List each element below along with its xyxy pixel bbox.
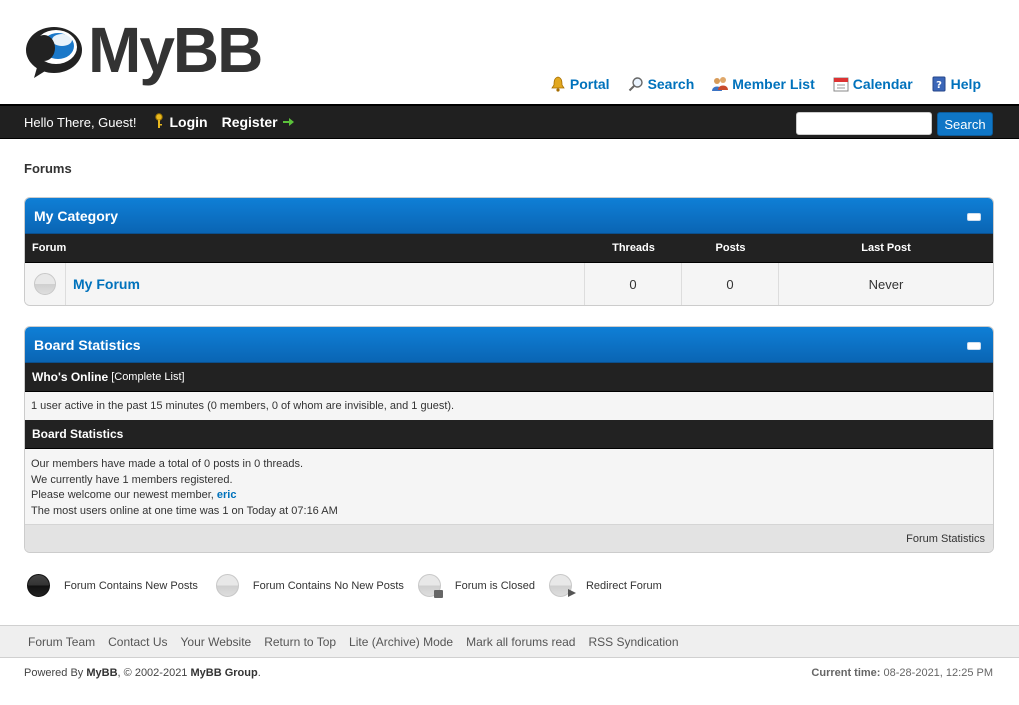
newest-member-link[interactable]: eric — [217, 489, 237, 501]
nav-member-list-label: Member List — [732, 76, 815, 92]
legend-no-new-posts-label: Forum Contains No New Posts — [252, 579, 404, 592]
legend-closed-label: Forum is Closed — [454, 579, 535, 592]
forum-threads-count: 0 — [585, 263, 682, 305]
closed-forum-icon — [417, 574, 443, 598]
logo-wordmark: MyBB — [88, 14, 263, 86]
nav-help-label: Help — [950, 76, 981, 92]
search-button[interactable]: Search — [937, 112, 993, 136]
current-time: Current time: 08-28-2021, 12:25 PM — [811, 667, 993, 679]
header: MyBB Portal Search Member List Calendar … — [0, 0, 1019, 104]
footer-link-rss[interactable]: RSS Syndication — [588, 635, 678, 649]
magnifier-icon — [628, 76, 644, 92]
footer-link-return-to-top[interactable]: Return to Top — [264, 635, 336, 649]
stats-members-line: We currently have 1 members registered. — [31, 473, 233, 486]
nav-portal[interactable]: Portal — [550, 76, 610, 92]
nav-calendar-label: Calendar — [852, 76, 913, 92]
svg-text:?: ? — [936, 80, 942, 91]
legend-new-posts: Forum Contains New Posts — [27, 574, 198, 597]
legend-redirect-label: Redirect Forum — [585, 579, 662, 592]
column-last-post: Last Post — [861, 242, 911, 254]
board-stats-body: Our members have made a total of 0 posts… — [25, 449, 993, 524]
no-new-posts-icon[interactable] — [34, 273, 56, 295]
footer-link-mark-read[interactable]: Mark all forums read — [466, 635, 575, 649]
current-time-label: Current time: — [811, 667, 881, 679]
nav-member-list[interactable]: Member List — [712, 76, 815, 92]
stats-posts-line: Our members have made a total of 0 posts… — [31, 458, 304, 470]
login-link[interactable]: Login — [154, 112, 208, 132]
key-icon — [154, 112, 164, 132]
stats-record-line: The most users online at one time was 1 … — [31, 504, 338, 517]
nav-calendar[interactable]: Calendar — [833, 76, 913, 92]
login-label: Login — [169, 114, 208, 130]
nav-portal-label: Portal — [569, 76, 610, 92]
register-link[interactable]: Register — [222, 114, 294, 130]
new-posts-icon — [27, 574, 50, 597]
bell-icon — [550, 76, 566, 92]
column-posts: Posts — [715, 242, 746, 254]
whos-online-header: Who's Online [Complete List] — [25, 363, 993, 392]
legend-redirect: Redirect Forum — [548, 574, 662, 597]
help-icon: ? — [931, 76, 947, 92]
arrow-right-icon — [282, 114, 294, 130]
category-table: My Category Forum Threads Posts Last Pos… — [24, 197, 994, 306]
footer-links: Forum Team Contact Us Your Website Retur… — [0, 625, 1019, 658]
breadcrumb[interactable]: Forums — [24, 161, 72, 176]
category-title[interactable]: My Category — [34, 208, 118, 224]
stats-header: Board Statistics — [25, 327, 993, 363]
mybb-logo[interactable]: MyBB — [24, 14, 263, 86]
footer-link-forum-team[interactable]: Forum Team — [28, 635, 95, 649]
calendar-icon — [833, 76, 849, 92]
footer-link-your-website[interactable]: Your Website — [181, 635, 252, 649]
newest-member-prefix: Please welcome our newest member, — [31, 489, 214, 501]
online-users-text: 1 user active in the past 15 minutes (0 … — [25, 392, 993, 420]
register-label: Register — [221, 114, 278, 130]
no-new-posts-icon — [215, 574, 239, 597]
board-stats-section-header: Board Statistics — [25, 420, 993, 449]
mybb-group-link[interactable]: MyBB Group — [191, 667, 258, 679]
collapse-icon[interactable] — [967, 213, 981, 221]
category-header: My Category — [25, 198, 993, 234]
legend-closed: Forum is Closed — [417, 574, 535, 598]
forum-legend: Forum Contains New Posts Forum Contains … — [27, 574, 676, 598]
members-icon — [712, 76, 729, 92]
redirect-arrow-icon — [567, 589, 576, 597]
lock-icon — [433, 590, 443, 598]
copyright: Powered By MyBB, © 2002-2021 MyBB Group. — [24, 667, 261, 679]
nav-search[interactable]: Search — [628, 76, 695, 92]
board-statistics-table: Board Statistics Who's Online [Complete … — [24, 326, 994, 553]
forum-posts-count: 0 — [682, 263, 779, 305]
search-input[interactable] — [796, 112, 932, 135]
category-column-headers: Forum Threads Posts Last Post — [25, 234, 993, 263]
mybb-link[interactable]: MyBB — [86, 667, 117, 679]
powered-prefix: Powered By — [24, 667, 84, 679]
column-forum: Forum — [32, 242, 67, 254]
redirect-forum-icon — [548, 574, 576, 597]
column-threads: Threads — [612, 242, 655, 254]
footer-link-lite-mode[interactable]: Lite (Archive) Mode — [349, 635, 453, 649]
nav-search-label: Search — [647, 76, 695, 92]
whos-online-title: Who's Online — [32, 370, 109, 384]
nav-help[interactable]: ? Help — [931, 76, 981, 92]
collapse-icon[interactable] — [967, 342, 981, 350]
powered-suffix: . — [257, 667, 261, 679]
stats-title: Board Statistics — [34, 336, 141, 353]
complete-list-link[interactable]: [Complete List] — [111, 371, 184, 383]
board-stats-section-title: Board Statistics — [32, 427, 124, 441]
powered-mid: , © 2002-2021 — [117, 667, 188, 679]
forum-link[interactable]: My Forum — [66, 263, 585, 305]
legend-new-posts-label: Forum Contains New Posts — [64, 579, 198, 592]
welcome-panel: Hello There, Guest! Login Register Searc… — [0, 104, 1019, 139]
stats-newest-member-line: Please welcome our newest member, eric — [31, 488, 987, 504]
forum-last-post: Never — [868, 276, 904, 292]
forum-statistics-link[interactable]: Forum Statistics — [25, 524, 993, 552]
footer-link-contact-us[interactable]: Contact Us — [108, 635, 167, 649]
forum-status-cell — [25, 263, 66, 305]
forum-row: My Forum 0 0 Never — [25, 263, 993, 305]
speech-bubble-logo-icon — [24, 20, 88, 80]
current-time-value: 08-28-2021, 12:25 PM — [883, 667, 993, 679]
legend-no-new-posts: Forum Contains No New Posts — [215, 574, 404, 597]
guest-greeting: Hello There, Guest! — [24, 114, 137, 130]
top-navigation: Portal Search Member List Calendar ? Hel… — [550, 76, 981, 92]
